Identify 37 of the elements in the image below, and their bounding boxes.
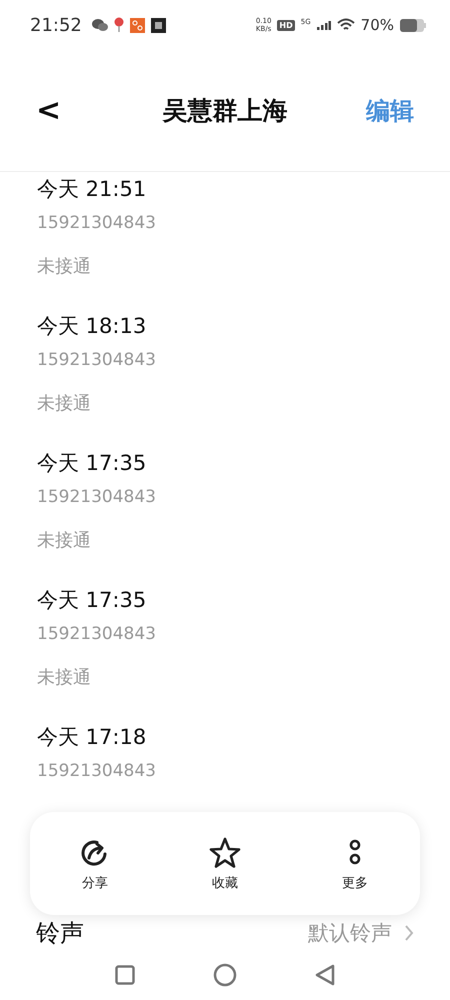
chat-icon [92, 18, 108, 32]
phone-number: 15921304843 [37, 760, 157, 783]
hd-badge: HD [277, 20, 295, 30]
call-status: 未接通 [37, 255, 92, 279]
action-button[interactable]: 分享 [68, 832, 122, 896]
battery-icon [400, 18, 426, 32]
home-icon[interactable] [213, 963, 237, 987]
call-time: 今天 18:13 [37, 313, 148, 340]
signal-icon [316, 20, 331, 30]
call-time: 今天 17:18 [37, 724, 148, 751]
map-pin-icon [114, 17, 124, 33]
star-icon [208, 836, 242, 870]
call-status: 未接通 [37, 392, 92, 416]
call-time: 今天 21:51 [37, 176, 148, 203]
ringtone-label: 铃声 [36, 918, 84, 948]
call-time: 今天 17:35 [37, 587, 148, 614]
recents-icon[interactable] [115, 965, 135, 985]
call-status: 未接通 [37, 529, 92, 553]
phone-number: 15921304843 [37, 623, 157, 646]
action-button[interactable]: 更多 [328, 832, 382, 896]
clock: 21:52 [30, 14, 82, 36]
app-icon [130, 18, 145, 32]
ringtone-value: 默认铃声 [308, 920, 392, 946]
battery-level: 70% [360, 16, 394, 34]
wifi-icon [336, 18, 355, 32]
call-status: 未接通 [37, 666, 92, 690]
ringtone-row[interactable]: 铃声 默认铃声 [0, 915, 450, 950]
app-icon [150, 18, 166, 32]
chevron-icon [404, 924, 414, 942]
back-icon[interactable] [315, 964, 335, 986]
action-button[interactable]: 收藏 [198, 832, 252, 896]
call-time: 今天 17:35 [37, 450, 148, 477]
contact-name: 吴慧群上海 [161, 95, 288, 127]
back-button[interactable]: < [36, 93, 62, 128]
phone-number: 15921304843 [37, 212, 157, 235]
phone-number: 15921304843 [37, 349, 157, 372]
phone-number: 15921304843 [37, 486, 157, 509]
